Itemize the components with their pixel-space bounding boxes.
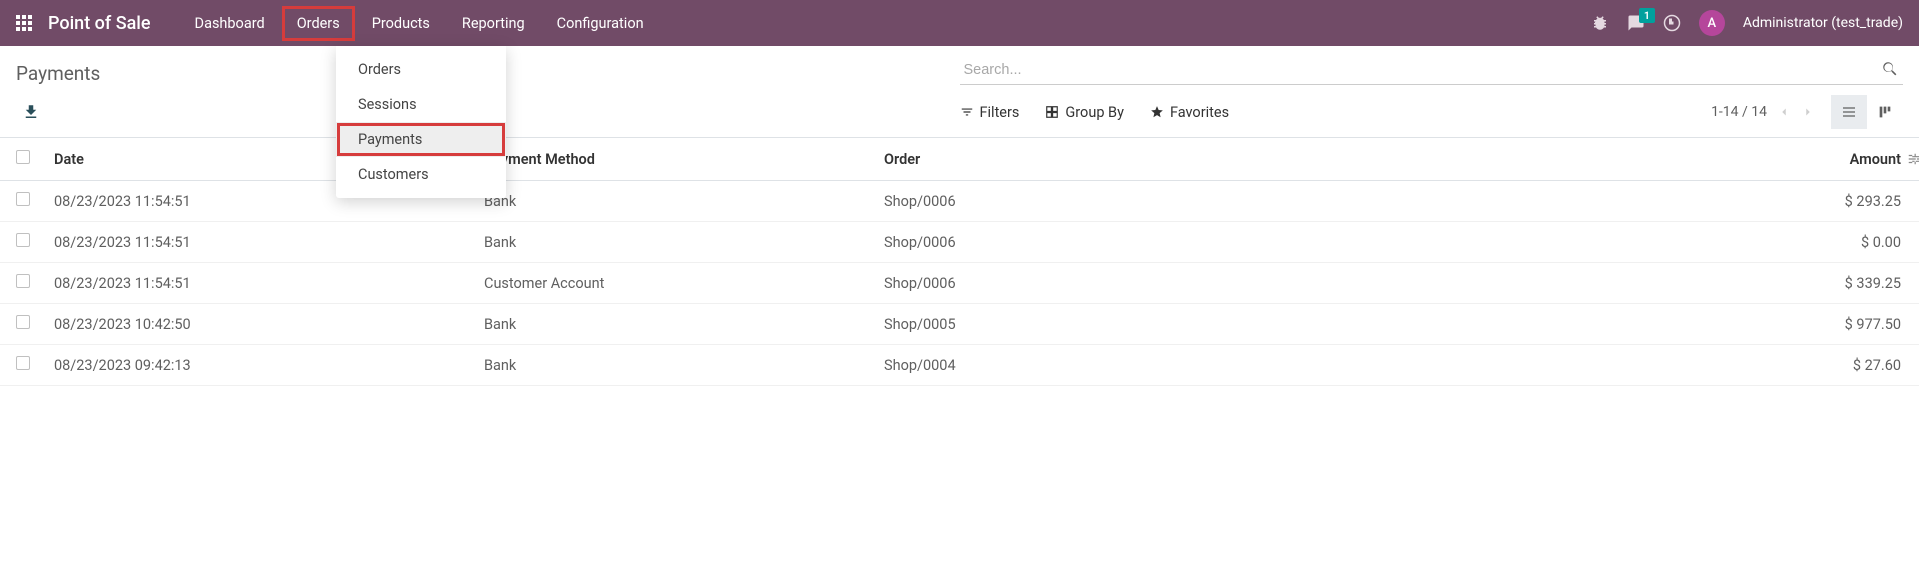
table-row[interactable]: 08/23/2023 10:42:50BankShop/0005$ 977.50 [0, 304, 1919, 345]
row-checkbox[interactable] [16, 233, 30, 247]
orders-dropdown: OrdersSessionsPaymentsCustomers [336, 46, 506, 198]
pager-text[interactable]: 1-14 / 14 [1711, 104, 1767, 120]
row-checkbox[interactable] [16, 356, 30, 370]
cell-order: Shop/0005 [874, 304, 1418, 345]
row-checkbox[interactable] [16, 274, 30, 288]
search-input[interactable] [960, 56, 1904, 85]
dropdown-item-payments[interactable]: Payments [336, 122, 506, 157]
nav-item-products[interactable]: Products [358, 7, 444, 40]
nav-item-reporting[interactable]: Reporting [448, 7, 539, 40]
header-order[interactable]: Order [874, 138, 1418, 181]
export-icon[interactable] [22, 103, 40, 121]
control-panel: Payments Filters Group By Favorites [0, 46, 1919, 138]
apps-icon[interactable] [16, 15, 32, 31]
dropdown-item-customers[interactable]: Customers [336, 157, 506, 192]
pager-next-icon[interactable] [1801, 105, 1815, 119]
cell-method: Bank [474, 345, 874, 386]
cell-order: Shop/0006 [874, 222, 1418, 263]
cell-method: Bank [474, 222, 874, 263]
favorites-button[interactable]: Favorites [1150, 104, 1229, 121]
table-row[interactable]: 08/23/2023 11:54:51BankShop/0006$ 293.25 [0, 181, 1919, 222]
cell-date: 08/23/2023 11:54:51 [44, 263, 474, 304]
nav-menu: DashboardOrdersProductsReportingConfigur… [181, 7, 658, 40]
nav-item-dashboard[interactable]: Dashboard [181, 7, 279, 40]
messages-icon[interactable]: 1 [1627, 14, 1645, 32]
cell-order: Shop/0004 [874, 345, 1418, 386]
cell-method: Bank [474, 304, 874, 345]
cell-amount: $ 293.25 [1418, 181, 1919, 222]
username[interactable]: Administrator (test_trade) [1743, 15, 1903, 31]
favorites-label: Favorites [1170, 104, 1229, 121]
avatar[interactable]: A [1699, 10, 1725, 36]
cell-amount: $ 0.00 [1418, 222, 1919, 263]
cell-amount: $ 977.50 [1418, 304, 1919, 345]
nav-item-orders[interactable]: Orders [283, 7, 354, 40]
select-all-checkbox[interactable] [16, 150, 30, 164]
cell-date: 08/23/2023 09:42:13 [44, 345, 474, 386]
table-row[interactable]: 08/23/2023 09:42:13BankShop/0004$ 27.60 [0, 345, 1919, 386]
cell-date: 08/23/2023 11:54:51 [44, 222, 474, 263]
search-icon[interactable] [1881, 60, 1899, 78]
app-brand[interactable]: Point of Sale [48, 13, 151, 34]
cell-method: Customer Account [474, 263, 874, 304]
dropdown-item-orders[interactable]: Orders [336, 52, 506, 87]
message-badge: 1 [1639, 8, 1655, 23]
cell-order: Shop/0006 [874, 181, 1418, 222]
view-switcher [1831, 95, 1903, 129]
cell-amount: $ 27.60 [1418, 345, 1919, 386]
table-row[interactable]: 08/23/2023 11:54:51BankShop/0006$ 0.00 [0, 222, 1919, 263]
pager: 1-14 / 14 [1711, 104, 1815, 120]
list-view-button[interactable] [1831, 95, 1867, 129]
column-settings-icon[interactable] [1907, 152, 1919, 166]
groupby-button[interactable]: Group By [1045, 104, 1124, 121]
activity-icon[interactable] [1663, 14, 1681, 32]
nav-item-configuration[interactable]: Configuration [543, 7, 658, 40]
nav-right: 1 A Administrator (test_trade) [1591, 10, 1903, 36]
header-method[interactable]: Payment Method [474, 138, 874, 181]
groupby-label: Group By [1065, 104, 1124, 121]
dropdown-item-sessions[interactable]: Sessions [336, 87, 506, 122]
data-table: Date Payment Method Order Amount 08/23/2… [0, 138, 1919, 386]
pager-prev-icon[interactable] [1777, 105, 1791, 119]
kanban-view-button[interactable] [1867, 95, 1903, 129]
row-checkbox[interactable] [16, 315, 30, 329]
bug-icon[interactable] [1591, 14, 1609, 32]
navbar: Point of Sale DashboardOrdersProductsRep… [0, 0, 1919, 46]
cell-date: 08/23/2023 10:42:50 [44, 304, 474, 345]
filters-label: Filters [980, 104, 1020, 121]
cell-method: Bank [474, 181, 874, 222]
table-row[interactable]: 08/23/2023 11:54:51Customer AccountShop/… [0, 263, 1919, 304]
cell-amount: $ 339.25 [1418, 263, 1919, 304]
filters-button[interactable]: Filters [960, 104, 1020, 121]
header-amount[interactable]: Amount [1850, 151, 1901, 168]
cell-order: Shop/0006 [874, 263, 1418, 304]
row-checkbox[interactable] [16, 192, 30, 206]
